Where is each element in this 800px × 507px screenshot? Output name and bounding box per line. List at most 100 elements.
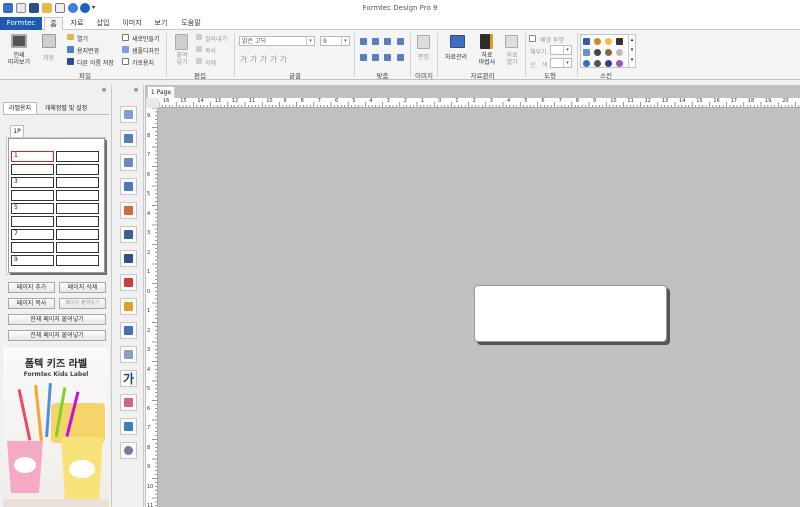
close-panel-icon[interactable]: × <box>101 86 107 94</box>
label-cell[interactable]: 5 <box>11 203 54 214</box>
label-cell[interactable] <box>11 216 54 227</box>
change-paper-button[interactable]: 용지변경 <box>77 46 99 55</box>
skin-swatch[interactable] <box>616 38 623 45</box>
data-wizard-icon[interactable] <box>480 34 493 49</box>
image-tool-button[interactable] <box>120 178 137 195</box>
tab-home[interactable]: 홈 <box>44 17 63 31</box>
skin-swatch[interactable] <box>616 49 623 56</box>
picture-tool-button[interactable] <box>120 154 137 171</box>
text-box-tool-button[interactable] <box>120 130 137 147</box>
barcode-list-tool-button[interactable] <box>120 274 137 291</box>
label-cell[interactable] <box>11 164 54 175</box>
text-tool-button[interactable]: 가 <box>120 370 137 387</box>
label-design-area[interactable] <box>474 285 667 342</box>
document-tool-button[interactable] <box>120 346 137 363</box>
tab-object-sort[interactable]: 개체정렬 및 설정 <box>38 103 94 114</box>
label-cell[interactable]: 7 <box>11 229 54 240</box>
paste-page-button[interactable]: 페이지 붙여넣기 <box>59 298 106 309</box>
font-name-select[interactable]: 맑은 고딕 ▾ <box>239 36 315 46</box>
paste-all-pages-button[interactable]: 전체 페이지 붙여넣기 <box>8 330 106 341</box>
line-tool-button[interactable] <box>120 202 137 219</box>
clipart-tool-button[interactable] <box>120 394 137 411</box>
save-disk-icon[interactable] <box>42 34 56 48</box>
skin-swatch[interactable] <box>583 49 590 56</box>
align-justify-icon[interactable] <box>397 38 404 45</box>
open-button[interactable]: 열기 <box>77 34 88 43</box>
page-tab-1p[interactable]: 1P <box>10 125 24 137</box>
data-wizard-button[interactable]: 자료 마법사 <box>477 52 497 66</box>
tab-insert[interactable]: 삽입 <box>92 17 114 30</box>
data-open-icon[interactable] <box>505 35 518 48</box>
disc-tool-button[interactable] <box>120 442 137 459</box>
skin-swatch[interactable] <box>583 60 590 67</box>
label-cell[interactable] <box>56 229 99 240</box>
sample-design-button[interactable]: 샘플디자인 <box>132 46 160 55</box>
label-cell[interactable] <box>11 242 54 253</box>
cut-button[interactable]: 잘라내기 <box>205 34 227 43</box>
printer-icon[interactable] <box>11 34 27 48</box>
add-page-button[interactable]: 페이지 추가 <box>8 282 55 293</box>
label-cell[interactable]: 3 <box>11 177 54 188</box>
skin-gallery[interactable]: ▴ ▾ ▾ <box>580 34 636 68</box>
label-cell[interactable] <box>56 190 99 201</box>
skin-swatch[interactable] <box>594 49 601 56</box>
skin-swatch[interactable] <box>605 49 612 56</box>
align-distribute-icon[interactable] <box>397 54 404 61</box>
align-bottom-center-icon[interactable] <box>372 54 379 61</box>
align-top-center-icon[interactable] <box>372 38 379 45</box>
tab-help[interactable]: 도움말 <box>176 17 206 30</box>
font-style-buttons[interactable]: 가 가 가 가 가 <box>240 54 287 65</box>
font-size-select[interactable]: 9 ▾ <box>320 36 350 46</box>
paste-current-page-button[interactable]: 현재 페이지 붙여넣기 <box>8 314 106 325</box>
skin-swatch[interactable] <box>605 60 612 67</box>
close-toolbox-icon[interactable]: × <box>133 86 139 94</box>
tab-formtec[interactable]: Formtec <box>0 17 42 30</box>
label-cell[interactable] <box>56 164 99 175</box>
photo-tool-button[interactable] <box>120 418 137 435</box>
label-cell[interactable]: 1 <box>11 151 54 162</box>
skin-swatch[interactable] <box>605 38 612 45</box>
barcode-tool-button[interactable] <box>120 250 137 267</box>
delete-page-button[interactable]: 페이지 삭제 <box>59 282 106 293</box>
data-open-button[interactable]: 자료 열기 <box>502 52 522 66</box>
align-top-left-icon[interactable] <box>360 38 367 45</box>
image-edit-button[interactable]: 편집 <box>418 52 429 61</box>
tab-data[interactable]: 자료 <box>66 17 88 30</box>
align-bottom-right-icon[interactable] <box>384 54 391 61</box>
tab-label-paper[interactable]: 라벨용지 <box>3 102 37 114</box>
paste-button[interactable]: 붙여 넣기 <box>173 52 191 66</box>
document-canvas[interactable] <box>145 85 800 507</box>
table-tool-button[interactable] <box>120 322 137 339</box>
skin-swatch[interactable] <box>583 38 590 45</box>
horizontal-ruler[interactable]: 16 15 14 13 12 11 10 9 8 7 6 5 4 3 2 1 0 1 2 3 4 5 6 7 8 9 10 11 12 1… <box>159 98 800 108</box>
tab-image[interactable]: 이미지 <box>118 17 146 30</box>
skin-swatch[interactable] <box>594 60 601 67</box>
label-cell[interactable] <box>11 190 54 201</box>
tab-view[interactable]: 보기 <box>150 17 172 30</box>
copy-button[interactable]: 복사 <box>205 46 216 55</box>
label-cell[interactable]: 9 <box>11 255 54 266</box>
paste-icon[interactable] <box>175 34 188 50</box>
data-manage-icon[interactable] <box>450 35 465 48</box>
label-cell[interactable] <box>56 216 99 227</box>
bg-transparent-checkbox[interactable] <box>529 35 536 42</box>
copy-page-button[interactable]: 페이지 복사 <box>8 298 55 309</box>
image-edit-icon[interactable] <box>417 35 430 49</box>
stamp-tool-button[interactable] <box>120 298 137 315</box>
skin-swatch[interactable] <box>594 38 601 45</box>
delete-button[interactable]: 삭제 <box>205 58 216 67</box>
label-cell[interactable] <box>56 255 99 266</box>
qrcode-tool-button[interactable] <box>120 226 137 243</box>
vertical-ruler[interactable]: 9 8 7 6 5 4 3 2 1 0 1 2 3 4 5 6 7 8 9 10 11 <box>146 108 158 507</box>
select-tool-button[interactable] <box>120 106 137 123</box>
label-cell[interactable] <box>56 177 99 188</box>
print-preview-button[interactable]: 인쇄 미리보기 <box>5 52 33 66</box>
gallery-scroll-icon[interactable]: ▴ ▾ ▾ <box>628 35 635 67</box>
new-button[interactable]: 새로만들기 <box>132 34 160 43</box>
fill-color-select[interactable]: ▾ <box>550 45 572 55</box>
save-as-button[interactable]: 다른 이름 저장 <box>77 58 114 67</box>
label-cell[interactable] <box>56 203 99 214</box>
align-bottom-left-icon[interactable] <box>360 54 367 61</box>
line-color-select[interactable]: ▾ <box>550 58 572 68</box>
label-cell[interactable] <box>56 151 99 162</box>
